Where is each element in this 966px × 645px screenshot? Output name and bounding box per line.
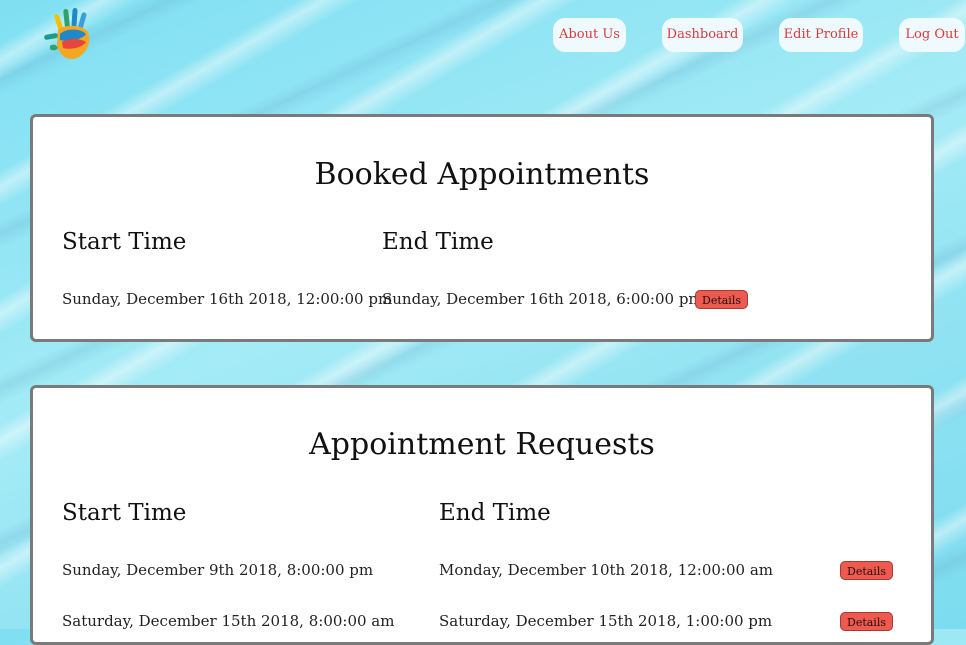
booked-appointments-card: Booked Appointments Start Time End Time … bbox=[30, 114, 934, 342]
appointment-requests-card: Appointment Requests Start Time End Time… bbox=[30, 385, 934, 645]
booked-end-cell: Sunday, December 16th 2018, 6:00:00 pm bbox=[382, 290, 703, 308]
request-details-button[interactable]: Details bbox=[840, 561, 893, 580]
requests-start-time-header: Start Time bbox=[62, 500, 187, 526]
request-end-cell: Monday, December 10th 2018, 12:00:00 am bbox=[439, 561, 773, 579]
request-start-cell: Sunday, December 9th 2018, 8:00:00 pm bbox=[62, 561, 374, 579]
booked-appointments-title: Booked Appointments bbox=[314, 157, 650, 192]
booked-end-time-header: End Time bbox=[382, 229, 494, 255]
request-end-cell: Saturday, December 15th 2018, 1:00:00 pm bbox=[439, 612, 773, 630]
nav-edit-profile-button[interactable]: Edit Profile bbox=[779, 18, 863, 52]
appointment-requests-title: Appointment Requests bbox=[309, 427, 655, 462]
handprint-logo-icon[interactable] bbox=[42, 6, 98, 62]
nav-log-out-button[interactable]: Log Out bbox=[899, 18, 965, 52]
booked-start-cell: Sunday, December 16th 2018, 12:00:00 pm bbox=[62, 290, 393, 308]
requests-end-time-header: End Time bbox=[439, 500, 551, 526]
nav-about-us-button[interactable]: About Us bbox=[553, 18, 626, 52]
booked-start-time-header: Start Time bbox=[62, 229, 187, 255]
request-details-button[interactable]: Details bbox=[840, 612, 893, 631]
nav-dashboard-button[interactable]: Dashboard bbox=[662, 18, 743, 52]
booked-details-button[interactable]: Details bbox=[695, 290, 748, 309]
request-start-cell: Saturday, December 15th 2018, 8:00:00 am bbox=[62, 612, 395, 630]
